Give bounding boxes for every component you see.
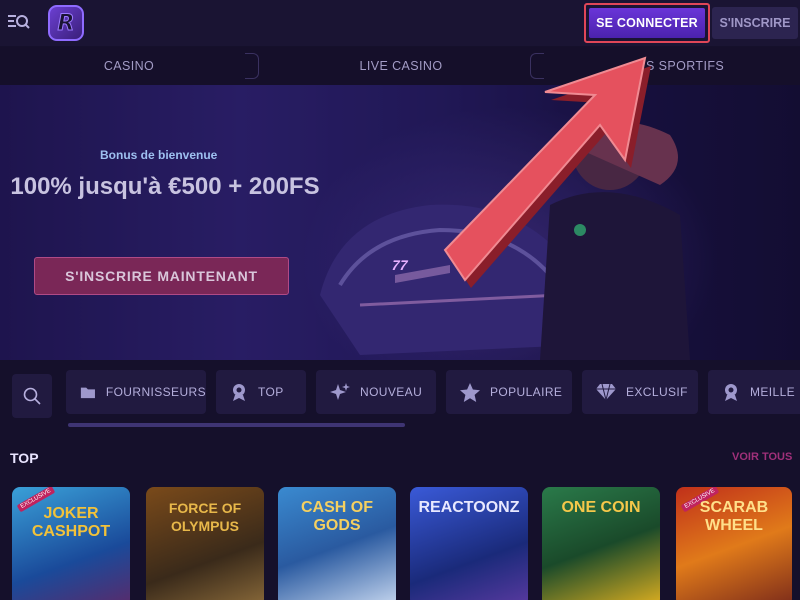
register-now-button[interactable]: S'INSCRIRE MAINTENANT — [34, 257, 289, 295]
site-logo[interactable]: R — [48, 5, 84, 41]
folder-icon — [80, 387, 95, 399]
category-label: POPULAIRE — [490, 385, 563, 399]
game-title: JOKER CASHPOT — [31, 505, 111, 540]
login-button-highlight: SE CONNECTER — [584, 3, 710, 43]
logo-letter: R — [57, 10, 75, 36]
category-providers[interactable]: FOURNISSEURS — [66, 370, 206, 414]
game-title: CASH OF GODS — [301, 499, 373, 534]
view-all-link[interactable]: VOIR TOUS — [732, 451, 792, 463]
category-bar: FOURNISSEURS TOP NOUVEAU POPULAIRE EXCLU… — [0, 360, 800, 430]
game-title: SCARAB WHEEL — [699, 499, 769, 534]
game-title: ONE COIN — [561, 499, 641, 516]
tab-live-casino[interactable]: LIVE CASINO — [270, 47, 532, 85]
sparkle-icon — [330, 383, 350, 400]
game-card-reactoonz[interactable]: REACTOONZ — [410, 487, 528, 600]
category-label: TOP — [258, 385, 284, 399]
category-label: NOUVEAU — [360, 385, 423, 399]
game-card-cash-of-gods[interactable]: CASH OF GODS — [278, 487, 396, 600]
tab-sports[interactable]: S SPORTIFS — [560, 47, 800, 85]
category-label: MEILLE — [750, 385, 796, 399]
game-card-one-coin[interactable]: ONE COIN — [542, 487, 660, 600]
game-card-force-of-olympus[interactable]: FORCE OF OLYMPUS — [146, 487, 264, 600]
category-label: EXCLUSIF — [626, 385, 688, 399]
hero-banner[interactable]: Bonus de bienvenue 100% jusqu'à €500 + 2… — [0, 85, 800, 360]
medal-icon — [725, 384, 737, 401]
tab-divider — [530, 53, 544, 79]
medal-icon — [233, 384, 245, 401]
menu-search-icon[interactable] — [8, 12, 30, 32]
tab-divider — [245, 53, 259, 79]
star-icon — [460, 382, 480, 402]
game-card-joker-cashpot[interactable]: EXCLUSIVE JOKER CASHPOT — [12, 487, 130, 600]
register-button[interactable]: S'INSCRIRE — [712, 7, 798, 39]
category-new[interactable]: NOUVEAU — [316, 370, 436, 414]
tab-casino[interactable]: CASINO — [0, 47, 258, 85]
category-label: FOURNISSEURS — [105, 385, 206, 399]
bonus-label: Bonus de bienvenue — [100, 148, 218, 162]
search-icon — [23, 387, 41, 405]
bonus-title: 100% jusqu'à €500 + 200FS — [10, 173, 320, 200]
category-popular[interactable]: POPULAIRE — [446, 370, 572, 414]
category-best[interactable]: MEILLE — [708, 370, 800, 414]
game-search-button[interactable] — [12, 374, 52, 418]
game-title: REACTOONZ — [418, 499, 520, 516]
section-title: TOP — [10, 450, 39, 466]
game-title: FORCE OF OLYMPUS — [168, 500, 242, 534]
category-scroll-indicator[interactable] — [68, 423, 405, 427]
game-card-scarab-wheel[interactable]: EXCLUSIVE SCARAB WHEEL — [676, 487, 792, 600]
login-button[interactable]: SE CONNECTER — [589, 8, 705, 38]
hero-overlay — [0, 85, 800, 360]
top-header: R SE CONNECTER S'INSCRIRE — [0, 0, 800, 46]
main-tabs: CASINO LIVE CASINO S SPORTIFS — [0, 47, 800, 85]
category-top[interactable]: TOP — [216, 370, 306, 414]
diamond-icon — [596, 383, 616, 401]
category-exclusive[interactable]: EXCLUSIF — [582, 370, 698, 414]
